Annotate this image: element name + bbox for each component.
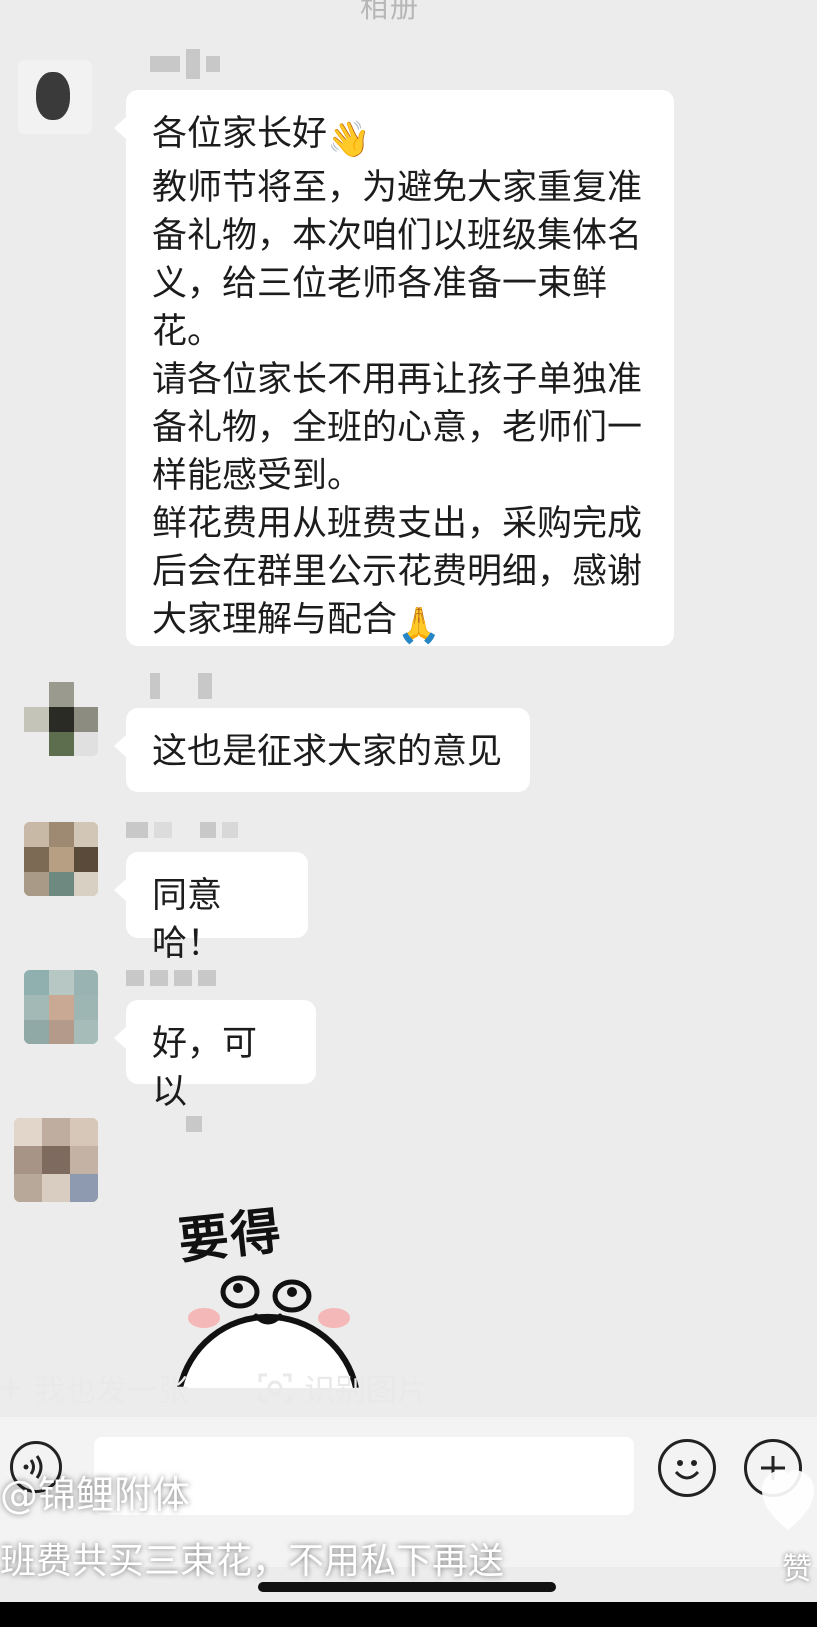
scan-icon <box>258 1373 292 1402</box>
message-text: 后会在群里公示花费明细，感谢 <box>152 552 643 592</box>
forward-image-button[interactable]: 我也发一张 <box>0 1365 189 1410</box>
forward-image-label: 我也发一张 <box>34 1373 189 1409</box>
page-title: 相册 <box>360 0 421 24</box>
avatar[interactable] <box>24 970 98 1044</box>
avatar[interactable] <box>18 60 92 134</box>
sender-name-redacted <box>150 49 220 79</box>
avatar[interactable] <box>24 682 98 756</box>
like-label: 赞 <box>782 1552 812 1587</box>
message-text: 备礼物，本次咱们以班级集体名 <box>152 216 643 256</box>
recognize-image-label: 识别图片 <box>304 1373 428 1409</box>
message-text: 各位家长好 <box>152 114 328 154</box>
sender-name-redacted <box>150 673 212 699</box>
author-handle[interactable]: @锦鲤附体 <box>0 1464 190 1519</box>
message-text: 请各位家长不用再让孩子单独准 <box>152 360 643 400</box>
message-bubble[interactable]: 这也是征求大家的意见 <box>114 708 530 792</box>
sender-name-redacted <box>126 822 238 838</box>
emoji-icon[interactable] <box>658 1439 716 1497</box>
waving-hand-icon: 👋 <box>327 120 371 160</box>
message-text: 样能感受到。 <box>152 456 363 496</box>
heart-icon[interactable] <box>760 1466 817 1536</box>
plus-icon <box>1 1377 21 1398</box>
video-caption: 班费共买三束花，不用私下再送 <box>0 1541 505 1582</box>
avatar[interactable] <box>14 1118 98 1202</box>
message-text: 大家理解与配合 <box>152 600 398 640</box>
message-text: 备礼物，全班的心意，老师们一 <box>152 408 643 448</box>
message-text: 鲜花费用从班费支出，采购完成 <box>152 504 643 544</box>
message-text: 花。 <box>152 312 223 352</box>
folded-hands-icon: 🙏 <box>397 606 441 646</box>
message-bubble[interactable]: 好，可以 <box>114 1000 316 1112</box>
recognize-image-button[interactable]: 识别图片 <box>258 1365 428 1410</box>
avatar[interactable] <box>24 822 98 896</box>
message-text: 同意哈！ <box>152 876 223 964</box>
message-text: 这也是征求大家的意见 <box>152 732 503 772</box>
message-text: 义，给三位老师各准备一束鲜 <box>152 264 608 304</box>
bottom-strip <box>0 1602 817 1627</box>
message-text: 教师节将至，为避免大家重复准 <box>152 168 643 208</box>
sender-name-redacted <box>126 970 216 986</box>
sender-name-redacted <box>186 1116 202 1132</box>
message-bubble-notice[interactable]: 各位家长好👋 教师节将至，为避免大家重复准 备礼物，本次咱们以班级集体名 义，给… <box>114 90 674 646</box>
image-action-bar: 我也发一张 识别图片 <box>0 1365 480 1417</box>
message-text: 好，可以 <box>152 1024 258 1112</box>
home-indicator <box>258 1582 556 1592</box>
message-bubble[interactable]: 同意哈！ <box>114 852 308 964</box>
